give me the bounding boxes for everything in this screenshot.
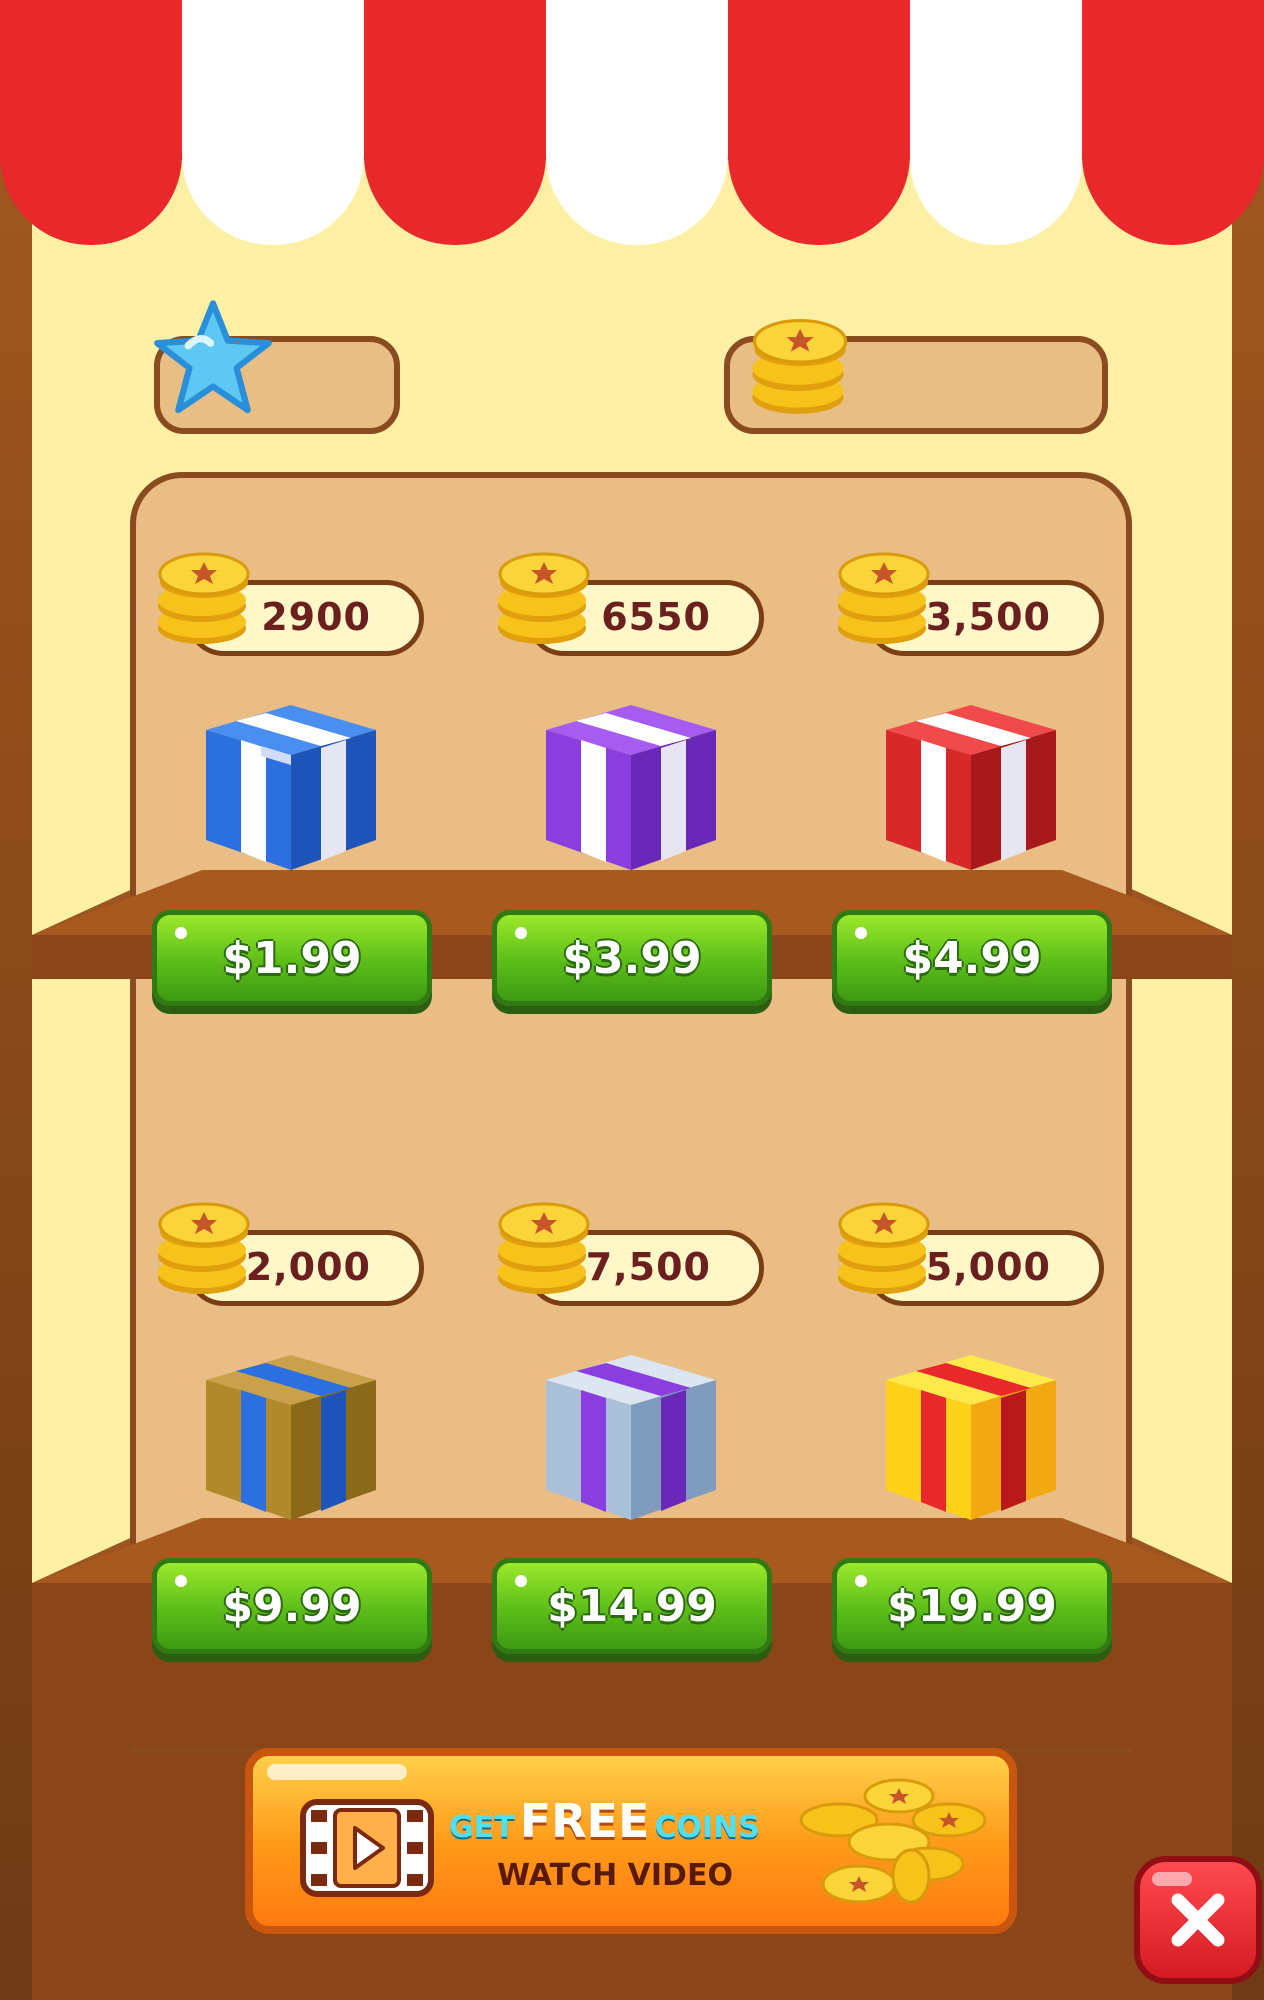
- banner-headline: GET FREE COINS: [449, 1794, 760, 1848]
- coin-stack-icon: [498, 552, 590, 644]
- close-shine: [1152, 1872, 1192, 1886]
- banner-free: FREE: [519, 1794, 650, 1848]
- coin-stack-icon: [498, 1202, 590, 1294]
- banner-watch-video: WATCH VIDEO: [497, 1858, 733, 1893]
- buy-button-pack-5[interactable]: $14.99: [492, 1558, 772, 1654]
- gift-box-icon: [546, 705, 716, 870]
- banner-coins: COINS: [654, 1810, 760, 1845]
- star-icon: [154, 300, 272, 414]
- pack-3-price: $4.99: [902, 932, 1042, 984]
- coin-stack-icon: [158, 1202, 250, 1294]
- banner-shine: [267, 1764, 407, 1780]
- coin-stack-icon: [838, 552, 930, 644]
- buy-button-pack-6[interactable]: $19.99: [832, 1558, 1112, 1654]
- pack-1-price: $1.99: [222, 932, 362, 984]
- pack-4-price: $9.99: [222, 1580, 362, 1632]
- gift-box-icon: [206, 1355, 376, 1520]
- gift-box-icon: [206, 705, 376, 870]
- buy-button-pack-2[interactable]: $3.99: [492, 910, 772, 1006]
- gift-box-icon: [886, 1355, 1056, 1520]
- buy-button-pack-4[interactable]: $9.99: [152, 1558, 432, 1654]
- pack-6-price: $19.99: [887, 1580, 1057, 1632]
- shop-awning: [0, 0, 1264, 250]
- pack-2-price: $3.99: [562, 932, 702, 984]
- buy-button-pack-1[interactable]: $1.99: [152, 910, 432, 1006]
- gift-box-icon: [886, 705, 1056, 870]
- watch-video-free-coins-button[interactable]: GET FREE COINS WATCH VIDEO: [245, 1748, 1017, 1934]
- buy-button-pack-3[interactable]: $4.99: [832, 910, 1112, 1006]
- coin-stack-icon: [158, 552, 250, 644]
- banner-get: GET: [449, 1810, 515, 1845]
- coin-stack-icon: [752, 318, 848, 414]
- close-button[interactable]: [1134, 1856, 1262, 1984]
- coin-pile-icon: [799, 1778, 987, 1904]
- pack-5-price: $14.99: [547, 1580, 717, 1632]
- video-play-icon: [300, 1799, 434, 1897]
- gift-box-icon: [546, 1355, 716, 1520]
- close-icon: [1171, 1893, 1225, 1947]
- coin-stack-icon: [838, 1202, 930, 1294]
